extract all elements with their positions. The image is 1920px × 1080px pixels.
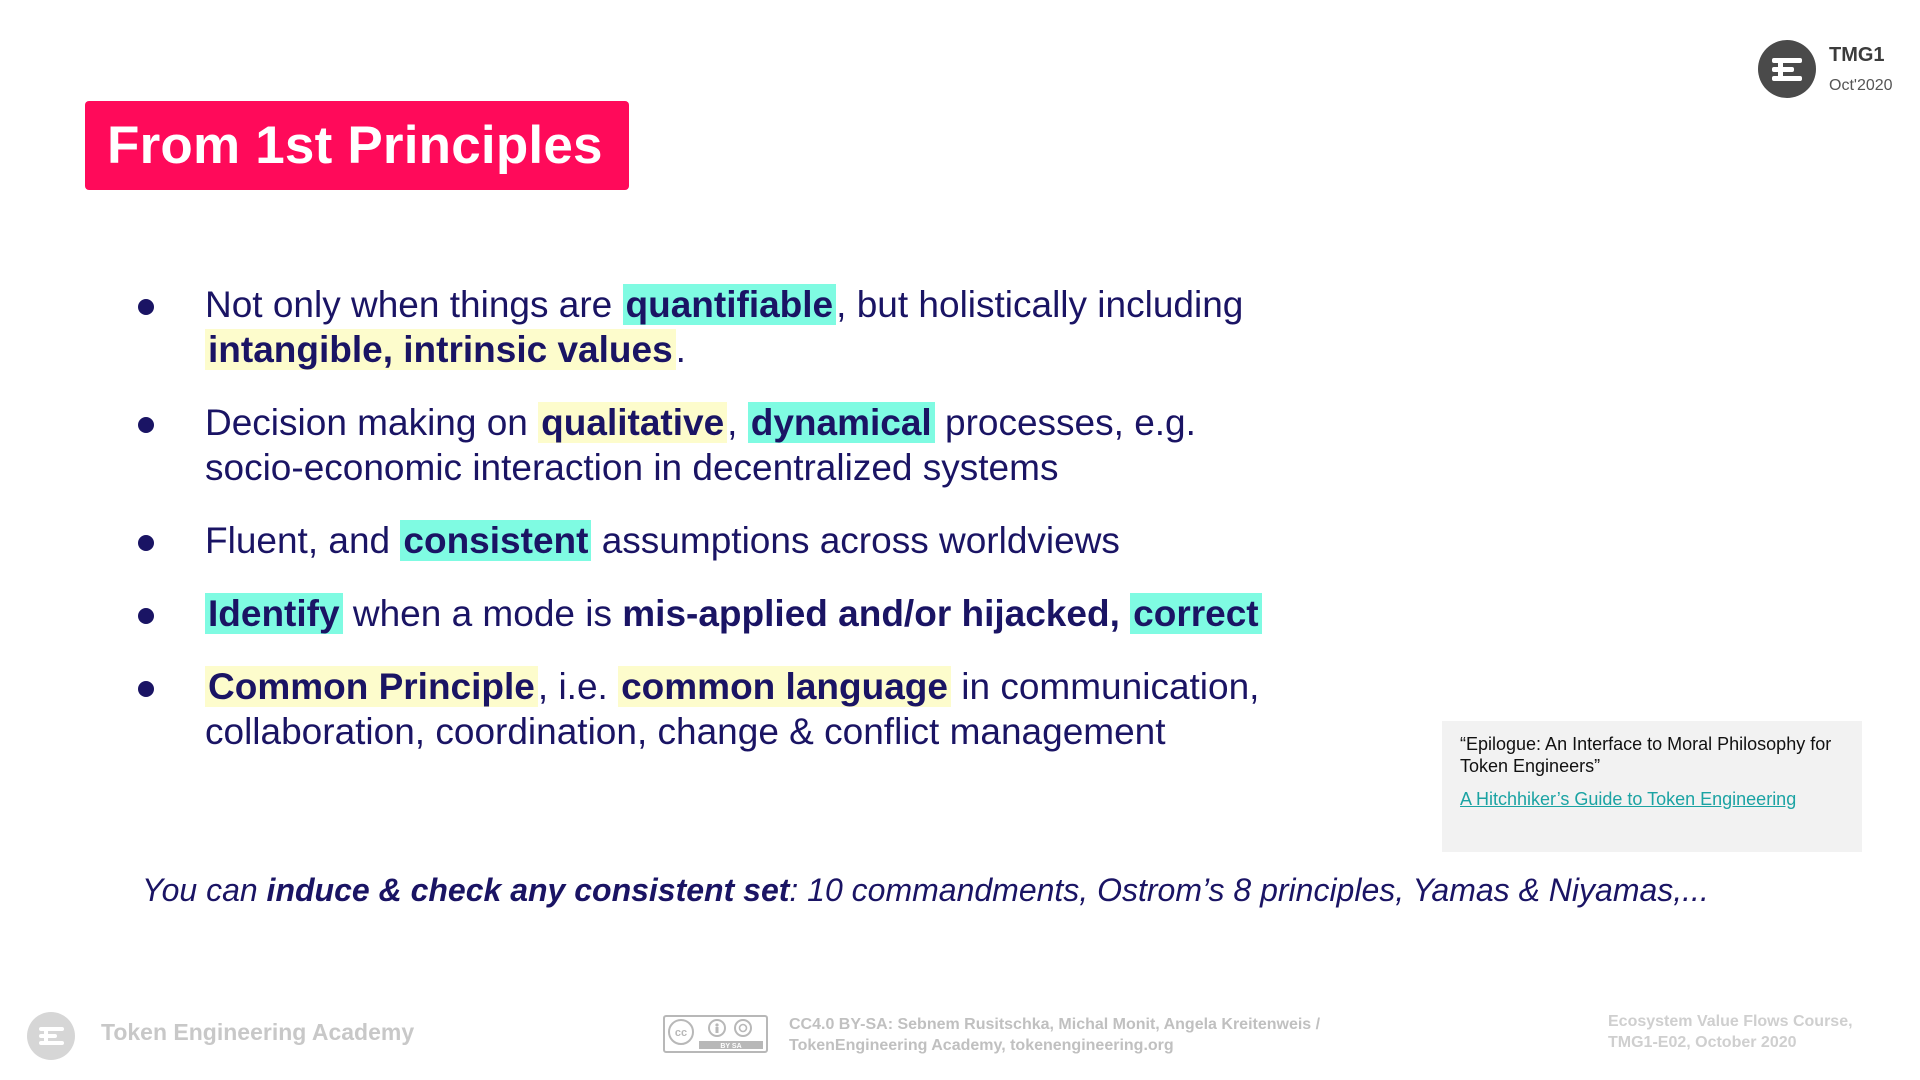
bullet-segment: , i.e. xyxy=(537,666,619,707)
cc-by-sa-badge-icon: cc BY SA xyxy=(663,1015,768,1053)
footer-org-name: Token Engineering Academy xyxy=(101,1019,415,1045)
bullet-segment: , xyxy=(727,402,748,443)
bullet-dot-icon xyxy=(138,535,154,551)
reference-box: “Epilogue: An Interface to Moral Philoso… xyxy=(1442,721,1862,852)
slide-title-box: From 1st Principles xyxy=(85,101,629,190)
bullet-segment: Identify xyxy=(205,593,343,634)
bullet-item: Common Principle, i.e. common language i… xyxy=(130,664,1280,754)
bullet-segment: consistent xyxy=(400,520,592,561)
slide-title: From 1st Principles xyxy=(107,116,603,175)
hitchhikers-guide-link[interactable]: A Hitchhiker’s Guide to Token Engineerin… xyxy=(1460,789,1796,810)
course-info-line-2: TMG1-E02, October 2020 xyxy=(1608,1034,1797,1051)
bullet-dot-icon xyxy=(138,299,154,315)
closing-statement: You can induce & check any consistent se… xyxy=(142,872,1709,909)
bullet-segment: correct xyxy=(1130,593,1262,634)
bullet-segment: quantifiable xyxy=(622,284,837,325)
bullet-item: Decision making on qualitative, dynamica… xyxy=(130,400,1280,490)
closing-prefix: You can xyxy=(142,872,267,908)
license-line-1: CC4.0 BY-SA: Sebnem Rusitschka, Michal M… xyxy=(789,1016,1321,1033)
bullet-segment: mis-applied and/or hijacked, xyxy=(622,593,1131,634)
bullet-dot-icon xyxy=(138,681,154,697)
bullet-segment: , but holistically including xyxy=(836,284,1244,325)
bullet-segment: Common Principle xyxy=(205,666,538,707)
bullet-segment: . xyxy=(675,329,686,370)
bullet-dot-icon xyxy=(138,608,154,624)
bullet-dot-icon xyxy=(138,417,154,433)
course-info-line-1: Ecosystem Value Flows Course, xyxy=(1608,1013,1853,1030)
closing-suffix: : 10 commandments, Ostrom’s 8 principles… xyxy=(789,872,1709,908)
license-text: CC4.0 BY-SA: Sebnem Rusitschka, Michal M… xyxy=(789,1014,1320,1056)
course-date: Oct'2020 xyxy=(1829,77,1893,94)
svg-text:cc: cc xyxy=(675,1027,687,1039)
bullet-segment: Fluent, and xyxy=(205,520,401,561)
bullet-segment: Decision making on xyxy=(205,402,539,443)
bullet-segment: when a mode is xyxy=(342,593,623,634)
bullet-segment: Not only when things are xyxy=(205,284,623,325)
course-code: TMG1 xyxy=(1829,44,1885,66)
bullet-item: Not only when things are quantifiable, b… xyxy=(130,282,1280,372)
license-line-2: TokenEngineering Academy, tokenengineeri… xyxy=(789,1037,1174,1054)
reference-quote: “Epilogue: An Interface to Moral Philoso… xyxy=(1460,734,1832,776)
te-academy-logo-icon xyxy=(1758,40,1816,98)
bullet-segment: common language xyxy=(618,666,951,707)
footer-logo-icon xyxy=(27,1012,75,1060)
bullet-item: Fluent, and consistent assumptions acros… xyxy=(130,518,1280,563)
bullet-segment: assumptions across worldviews xyxy=(591,520,1120,561)
svg-text:BY SA: BY SA xyxy=(720,1043,741,1050)
closing-emphasis: induce & check any consistent set xyxy=(266,872,790,908)
bullet-item: Identify when a mode is mis-applied and/… xyxy=(130,591,1280,636)
bullet-segment: intangible, intrinsic values xyxy=(205,329,676,370)
bullet-segment: qualitative xyxy=(538,402,728,443)
course-info: Ecosystem Value Flows Course, TMG1-E02, … xyxy=(1608,1011,1853,1053)
bullet-list: Not only when things are quantifiable, b… xyxy=(130,282,1280,782)
bullet-segment: dynamical xyxy=(747,402,935,443)
